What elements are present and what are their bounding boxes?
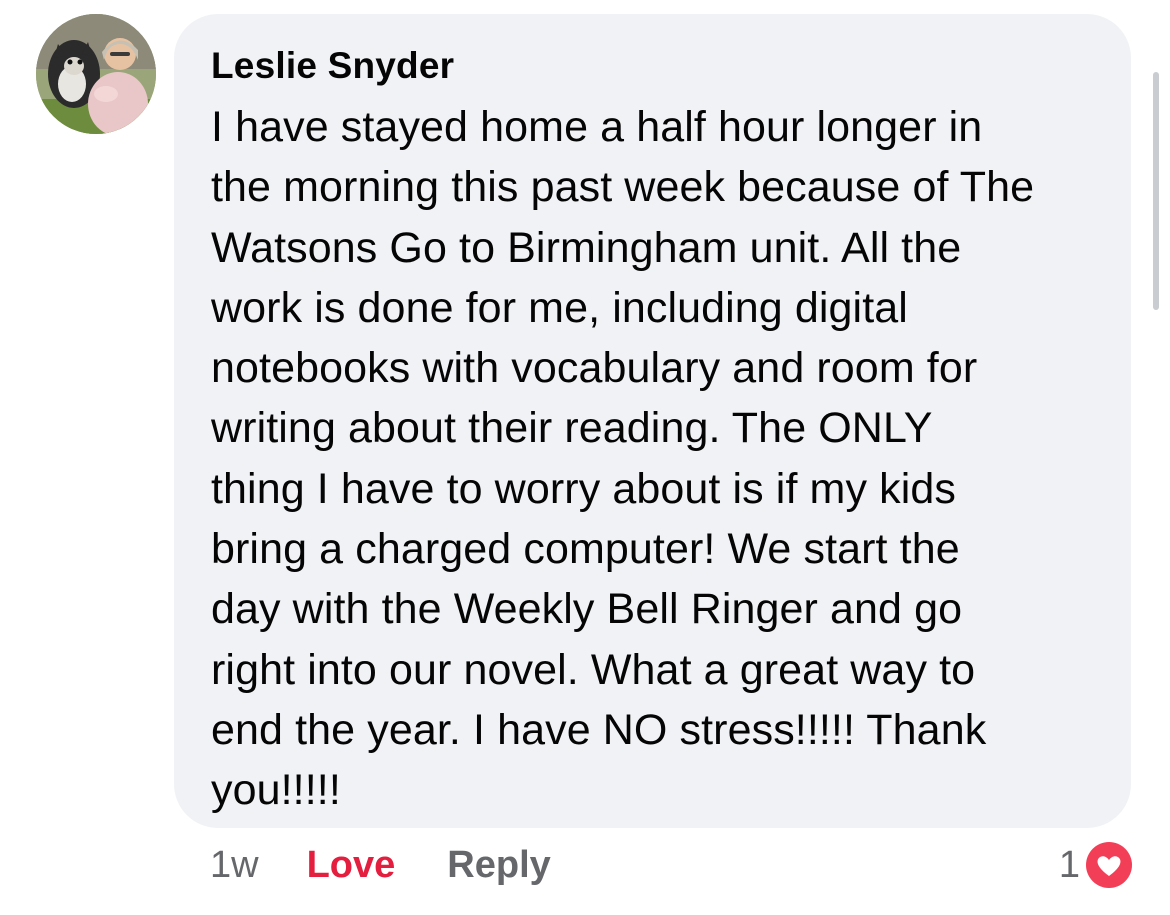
comment-author[interactable]: Leslie Snyder — [211, 44, 1101, 88]
reaction-count: 1 — [1058, 843, 1080, 886]
comment-timestamp[interactable]: 1w — [210, 844, 259, 887]
comment-bubble: Leslie Snyder I have stayed home a half … — [174, 14, 1131, 828]
heart-icon — [1084, 840, 1134, 890]
comment-text: I have stayed home a half hour longer in… — [211, 103, 1035, 815]
scrollbar[interactable] — [1153, 72, 1159, 310]
love-button[interactable]: Love — [307, 844, 396, 887]
avatar[interactable] — [36, 14, 156, 134]
reply-button[interactable]: Reply — [447, 844, 550, 887]
reaction-summary[interactable]: 1 — [1059, 838, 1134, 892]
comment-actions: 1w Love Reply — [210, 840, 551, 890]
